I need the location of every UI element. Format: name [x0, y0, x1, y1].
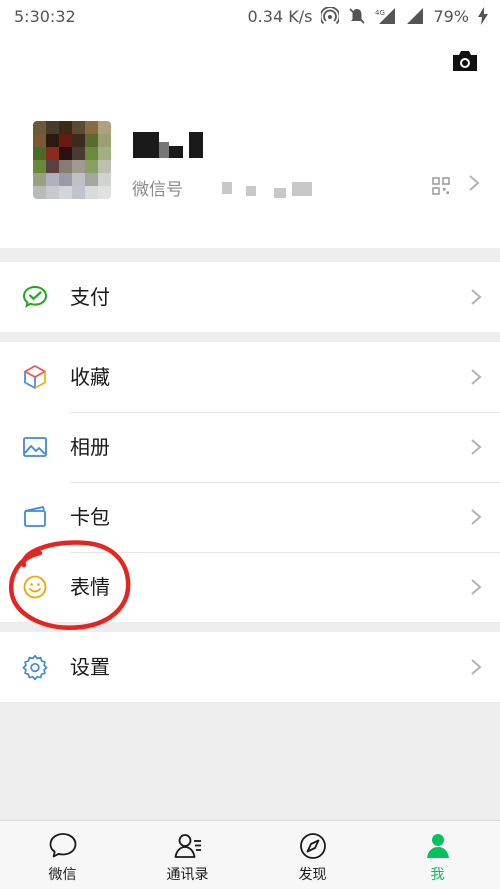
- cube-icon: [24, 365, 46, 389]
- menu-item-stickers[interactable]: 表情: [0, 552, 500, 622]
- chevron-right-icon: [471, 509, 482, 525]
- tab-me[interactable]: 我: [375, 821, 500, 889]
- menu-item-album-label: 相册: [70, 435, 110, 459]
- menu-group-main: 收藏 相册 卡包 表情: [0, 342, 500, 622]
- mute-bell-icon: [349, 8, 366, 24]
- hotspot-icon: [321, 7, 340, 25]
- status-bar: 5:30:32 0.34 K/s 4G 79%: [0, 0, 500, 32]
- network-speed: 0.34 K/s: [247, 6, 313, 26]
- gear-icon: [22, 654, 48, 680]
- status-icons: 0.34 K/s 4G 79%: [247, 6, 488, 26]
- chevron-right-icon: [471, 439, 482, 455]
- chevron-right-icon: [471, 289, 482, 305]
- camera-icon[interactable]: [451, 50, 479, 72]
- chat-bubble-icon: [49, 833, 76, 858]
- menu-item-cards-label: 卡包: [70, 505, 110, 529]
- chevron-right-icon: [471, 659, 482, 675]
- smiley-icon: [23, 575, 47, 599]
- wechat-id-pixelated: [200, 176, 320, 200]
- bottom-tab-bar: 微信 通讯录 发现 我: [0, 820, 500, 889]
- menu-item-pay[interactable]: 支付: [0, 262, 500, 332]
- network-type-label: 4G: [375, 9, 385, 17]
- status-time: 5:30:32: [14, 6, 76, 26]
- qr-code-icon[interactable]: [432, 177, 450, 195]
- battery-level: 79%: [433, 6, 469, 26]
- chevron-right-icon: [469, 175, 480, 191]
- charging-icon: [478, 7, 488, 25]
- menu-item-favorites-label: 收藏: [70, 365, 110, 389]
- profile-header[interactable]: 微信号: [0, 32, 500, 248]
- tab-chats[interactable]: 微信: [0, 821, 125, 889]
- wallet-icon: [24, 506, 46, 527]
- menu-item-settings[interactable]: 设置: [0, 632, 500, 702]
- compass-icon: [299, 833, 326, 859]
- signal-icon: [407, 8, 424, 24]
- tab-discover[interactable]: 发现: [250, 821, 375, 889]
- avatar[interactable]: [33, 121, 111, 199]
- menu-group-settings: 设置: [0, 632, 500, 702]
- menu-item-stickers-label: 表情: [70, 575, 110, 599]
- menu-item-settings-label: 设置: [70, 655, 110, 679]
- signal-4g-icon: 4G: [375, 8, 396, 24]
- nickname-pixelated: [133, 132, 203, 158]
- tab-me-label: 我: [430, 867, 445, 883]
- menu-item-favorites[interactable]: 收藏: [0, 342, 500, 412]
- menu-item-cards[interactable]: 卡包: [0, 482, 500, 552]
- tab-contacts-label: 通讯录: [166, 867, 209, 883]
- chevron-right-icon: [471, 579, 482, 595]
- contacts-icon: [174, 834, 201, 858]
- wechat-pay-icon: [22, 285, 48, 308]
- menu-item-album[interactable]: 相册: [0, 412, 500, 482]
- tab-discover-label: 发现: [298, 867, 327, 883]
- image-icon: [23, 437, 47, 457]
- menu-item-pay-label: 支付: [70, 285, 110, 309]
- tab-chats-label: 微信: [48, 867, 77, 883]
- chevron-right-icon: [471, 369, 482, 385]
- tab-contacts[interactable]: 通讯录: [125, 821, 250, 889]
- wechat-id-label: 微信号: [132, 180, 183, 200]
- menu-group-pay: 支付: [0, 262, 500, 332]
- me-icon: [426, 834, 449, 858]
